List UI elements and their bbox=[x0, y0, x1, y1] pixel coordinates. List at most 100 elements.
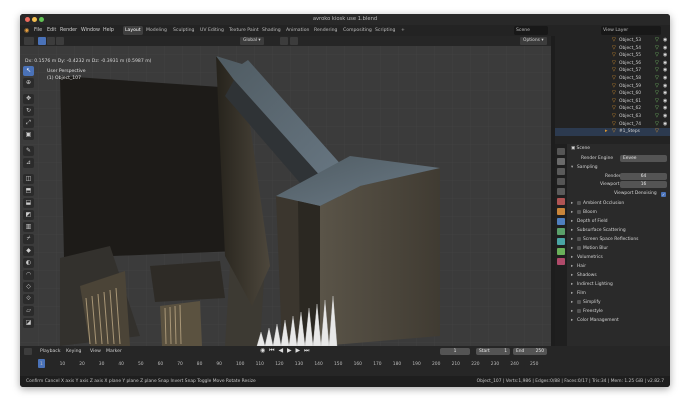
render-samples-field[interactable]: 64 bbox=[620, 173, 667, 180]
select-icon[interactable]: ↖ bbox=[23, 66, 34, 76]
material-tab-icon[interactable] bbox=[557, 258, 565, 265]
shrink-icon[interactable]: ⟐ bbox=[23, 294, 34, 304]
close-window-button[interactable] bbox=[25, 17, 30, 22]
playback-controls[interactable]: ◉ ⏮ ◀ ▶ ▶ ⏭ bbox=[260, 347, 310, 355]
panel-ambient-occlusion[interactable]: ▸ Ambient Occlusion bbox=[571, 200, 669, 207]
visibility-eye-icon[interactable]: ◉ bbox=[663, 45, 667, 53]
view-layer-selector[interactable]: View Layer bbox=[601, 26, 661, 35]
tab-sculpting[interactable]: Sculpting bbox=[171, 26, 196, 35]
visibility-eye-icon[interactable]: ◉ bbox=[663, 90, 667, 98]
physics-tab-icon[interactable] bbox=[557, 238, 565, 245]
panel-indirect-lighting[interactable]: ▸ Indirect Lighting bbox=[571, 281, 669, 288]
transform-orientation-dropdown[interactable]: Global ▾ bbox=[240, 37, 264, 45]
rip-icon[interactable]: ◪ bbox=[23, 318, 34, 328]
tab-modeling[interactable]: Modeling bbox=[144, 26, 169, 35]
viewport-denoising-checkbox[interactable]: ✓ bbox=[661, 191, 666, 197]
outliner-row[interactable]: ▸ ▽ #1_Steps ▽ bbox=[555, 128, 670, 136]
panel-shadows[interactable]: ▸ Shadows bbox=[571, 272, 669, 279]
transform-icon[interactable]: ▣ bbox=[23, 130, 34, 140]
cursor-icon[interactable]: ⊕ bbox=[23, 78, 34, 88]
outliner-row[interactable]: ▽ Object_63 ▽ ◉ bbox=[555, 113, 670, 121]
outliner-row[interactable]: ▽ Object_59 ▽ ◉ bbox=[555, 83, 670, 91]
menu-edit[interactable]: Edit bbox=[47, 25, 56, 36]
add-cube-icon[interactable]: ◫ bbox=[23, 174, 34, 184]
tab-animation[interactable]: Animation bbox=[284, 26, 311, 35]
menu-playback[interactable]: Playback bbox=[40, 348, 61, 355]
output-tab-icon[interactable] bbox=[557, 168, 565, 175]
modifier-tab-icon[interactable] bbox=[557, 218, 565, 225]
data-tab-icon[interactable] bbox=[557, 248, 565, 255]
shear-icon[interactable]: ▱ bbox=[23, 306, 34, 316]
outliner-row[interactable]: ▽ Object_58 ▽ ◉ bbox=[555, 75, 670, 83]
outliner-row[interactable]: ▽ Object_57 ▽ ◉ bbox=[555, 67, 670, 75]
menu-marker[interactable]: Marker bbox=[106, 348, 122, 355]
move-icon[interactable]: ✥ bbox=[23, 94, 34, 104]
select-mode-edge-icon[interactable] bbox=[47, 37, 55, 45]
visibility-eye-icon[interactable]: ◉ bbox=[663, 83, 667, 91]
select-mode-face-icon[interactable] bbox=[56, 37, 64, 45]
minimize-window-button[interactable] bbox=[32, 17, 37, 22]
particles-tab-icon[interactable] bbox=[557, 228, 565, 235]
scene-tab-icon[interactable] bbox=[557, 188, 565, 195]
visibility-eye-icon[interactable]: ◉ bbox=[663, 98, 667, 106]
tab-compositing[interactable]: Compositing bbox=[341, 26, 374, 35]
timeline-editor-type-icon[interactable] bbox=[24, 348, 32, 355]
extrude-icon[interactable]: ⬒ bbox=[23, 186, 34, 196]
current-frame-field[interactable]: 1 bbox=[440, 348, 470, 355]
visibility-eye-icon[interactable]: ◉ bbox=[663, 75, 667, 83]
outliner-row[interactable]: ▽ Object_60 ▽ ◉ bbox=[555, 90, 670, 98]
proportional-edit-icon[interactable] bbox=[290, 37, 298, 45]
menu-render[interactable]: Render bbox=[60, 25, 77, 36]
tab-scripting[interactable]: Scripting bbox=[373, 26, 397, 35]
outliner-row[interactable]: ▽ Object_74 ▽ ◉ bbox=[555, 121, 670, 129]
snap-icon[interactable] bbox=[280, 37, 288, 45]
tool-tab-icon[interactable] bbox=[557, 148, 565, 155]
menu-help[interactable]: Help bbox=[103, 25, 114, 36]
outliner-row[interactable]: ▽ Object_53 ▽ ◉ bbox=[555, 37, 670, 45]
edge-slide-icon[interactable]: ◇ bbox=[23, 282, 34, 292]
viewport-samples-field[interactable]: 16 bbox=[620, 181, 667, 188]
add-workspace-button[interactable]: + bbox=[399, 26, 407, 35]
inset-icon[interactable]: ⬓ bbox=[23, 198, 34, 208]
menu-file[interactable]: File bbox=[34, 25, 42, 36]
menu-view[interactable]: View bbox=[90, 348, 101, 355]
smooth-icon[interactable]: ◠ bbox=[23, 270, 34, 280]
world-tab-icon[interactable] bbox=[557, 198, 565, 205]
tab-rendering[interactable]: Rendering bbox=[312, 26, 339, 35]
menu-keying[interactable]: Keying bbox=[66, 348, 81, 355]
annotate-icon[interactable]: ✎ bbox=[23, 146, 34, 156]
tab-texture-paint[interactable]: Texture Paint bbox=[227, 26, 261, 35]
end-frame-field[interactable]: End 250 bbox=[513, 348, 547, 355]
panel-simplify[interactable]: ▸ Simplify bbox=[571, 299, 669, 306]
outliner-row[interactable]: ▽ Object_54 ▽ ◉ bbox=[555, 45, 670, 53]
panel-sampling[interactable]: ▾ Sampling bbox=[571, 164, 669, 171]
tab-layout[interactable]: Layout bbox=[123, 26, 143, 35]
object-tab-icon[interactable] bbox=[557, 208, 565, 215]
3d-viewport[interactable]: Global ▾ Options ▾ Dx: 0.1576 m Dy: -0.4… bbox=[20, 36, 551, 346]
loop-cut-icon[interactable]: ▥ bbox=[23, 222, 34, 232]
viewport-denoising-row[interactable]: Viewport Denoising ✓ bbox=[571, 190, 669, 197]
view-layer-tab-icon[interactable] bbox=[557, 178, 565, 185]
outliner-row[interactable]: ▽ Object_56 ▽ ◉ bbox=[555, 60, 670, 68]
panel-subsurface-scattering[interactable]: ▸ Subsurface Scattering bbox=[571, 227, 669, 234]
measure-icon[interactable]: ⊿ bbox=[23, 158, 34, 168]
panel-film[interactable]: ▸ Film bbox=[571, 290, 669, 297]
panel-hair[interactable]: ▸ Hair bbox=[571, 263, 669, 270]
blender-logo-icon[interactable]: ◉ bbox=[24, 25, 29, 36]
visibility-eye-icon[interactable]: ◉ bbox=[663, 121, 667, 129]
start-frame-field[interactable]: Start 1 bbox=[476, 348, 510, 355]
visibility-eye-icon[interactable]: ◉ bbox=[663, 105, 667, 113]
zoom-window-button[interactable] bbox=[39, 17, 44, 22]
select-mode-vertex-icon[interactable] bbox=[38, 37, 46, 45]
outliner-row[interactable]: ▽ Object_61 ▽ ◉ bbox=[555, 98, 670, 106]
bevel-icon[interactable]: ◩ bbox=[23, 210, 34, 220]
timeline-editor[interactable]: Playback Keying View Marker ◉ ⏮ ◀ ▶ ▶ ⏭ … bbox=[20, 346, 670, 376]
spin-icon[interactable]: ◐ bbox=[23, 258, 34, 268]
tab-shading[interactable]: Shading bbox=[260, 26, 283, 35]
poly-build-icon[interactable]: ◆ bbox=[23, 246, 34, 256]
render-engine-dropdown[interactable]: Eevee bbox=[620, 155, 667, 162]
visibility-eye-icon[interactable]: ◉ bbox=[663, 60, 667, 68]
visibility-eye-icon[interactable]: ◉ bbox=[663, 37, 667, 45]
visibility-eye-icon[interactable]: ◉ bbox=[663, 67, 667, 75]
visibility-eye-icon[interactable]: ◉ bbox=[663, 52, 667, 60]
